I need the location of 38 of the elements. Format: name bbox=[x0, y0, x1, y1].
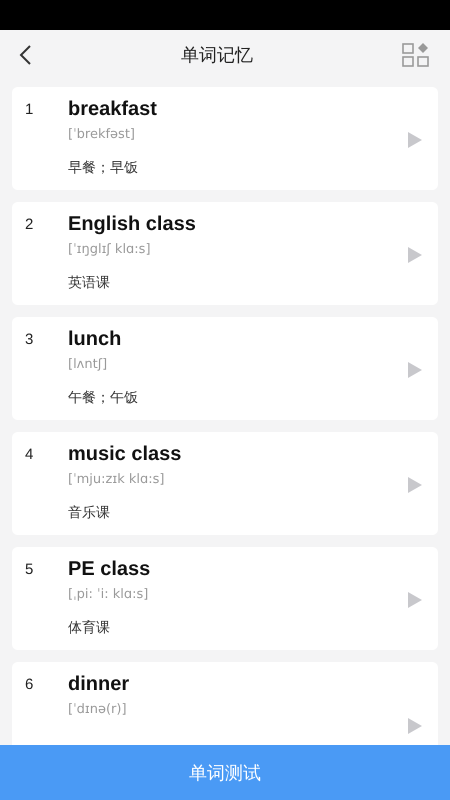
play-icon[interactable] bbox=[408, 246, 422, 262]
phonetic-text: [ˈbrekfəst] bbox=[68, 126, 136, 144]
grid-icon[interactable] bbox=[402, 43, 430, 67]
phonetic-text: [ˈɪŋglɪʃ klɑ:s] bbox=[68, 241, 152, 259]
word-card[interactable]: 1 breakfast [ˈbrekfəst] 早餐；早饭 bbox=[12, 87, 438, 190]
english-word: PE class bbox=[68, 557, 152, 581]
word-card[interactable]: 4 music class [ˈmju:zɪk klɑ:s] 音乐课 bbox=[12, 432, 438, 535]
phonetic-text: [ˈdɪnə(r)] bbox=[68, 701, 128, 719]
chinese-meaning: 英语课 bbox=[68, 273, 111, 292]
phonetic-text: [ˌpi: ˈi: klɑ:s] bbox=[68, 586, 150, 604]
play-icon[interactable] bbox=[408, 718, 422, 734]
chinese-meaning: 早餐；早饭 bbox=[68, 158, 139, 177]
phonetic-text: [lʌntʃ] bbox=[68, 356, 108, 374]
word-card[interactable]: 6 dinner [ˈdɪnə(r)] bbox=[12, 662, 438, 745]
word-number: 4 bbox=[25, 445, 34, 463]
chinese-meaning: 音乐课 bbox=[68, 503, 111, 522]
screen-title: 单词记忆 bbox=[181, 44, 253, 67]
word-card[interactable]: 2 English class [ˈɪŋglɪʃ klɑ:s] 英语课 bbox=[12, 202, 438, 305]
play-icon[interactable] bbox=[408, 132, 422, 148]
word-card[interactable]: 5 PE class [ˌpi: ˈi: klɑ:s] 体育课 bbox=[12, 547, 438, 650]
english-word: lunch bbox=[68, 327, 122, 351]
back-icon[interactable] bbox=[18, 44, 32, 66]
word-number: 5 bbox=[25, 560, 34, 578]
word-number: 2 bbox=[25, 215, 34, 233]
english-word: music class bbox=[68, 442, 182, 466]
phonetic-text: [ˈmju:zɪk klɑ:s] bbox=[68, 471, 166, 489]
play-icon[interactable] bbox=[408, 362, 422, 378]
english-word: breakfast bbox=[68, 97, 158, 121]
play-icon[interactable] bbox=[408, 592, 422, 608]
english-word: English class bbox=[68, 212, 197, 236]
chinese-meaning: 体育课 bbox=[68, 618, 111, 637]
word-number: 3 bbox=[25, 330, 34, 348]
chinese-meaning: 午餐；午饭 bbox=[68, 388, 139, 407]
play-icon[interactable] bbox=[408, 476, 422, 492]
word-number: 6 bbox=[25, 675, 34, 693]
word-number: 1 bbox=[25, 100, 34, 118]
english-word: dinner bbox=[68, 672, 130, 696]
word-card[interactable]: 3 lunch [lʌntʃ] 午餐；午饭 bbox=[12, 317, 438, 420]
